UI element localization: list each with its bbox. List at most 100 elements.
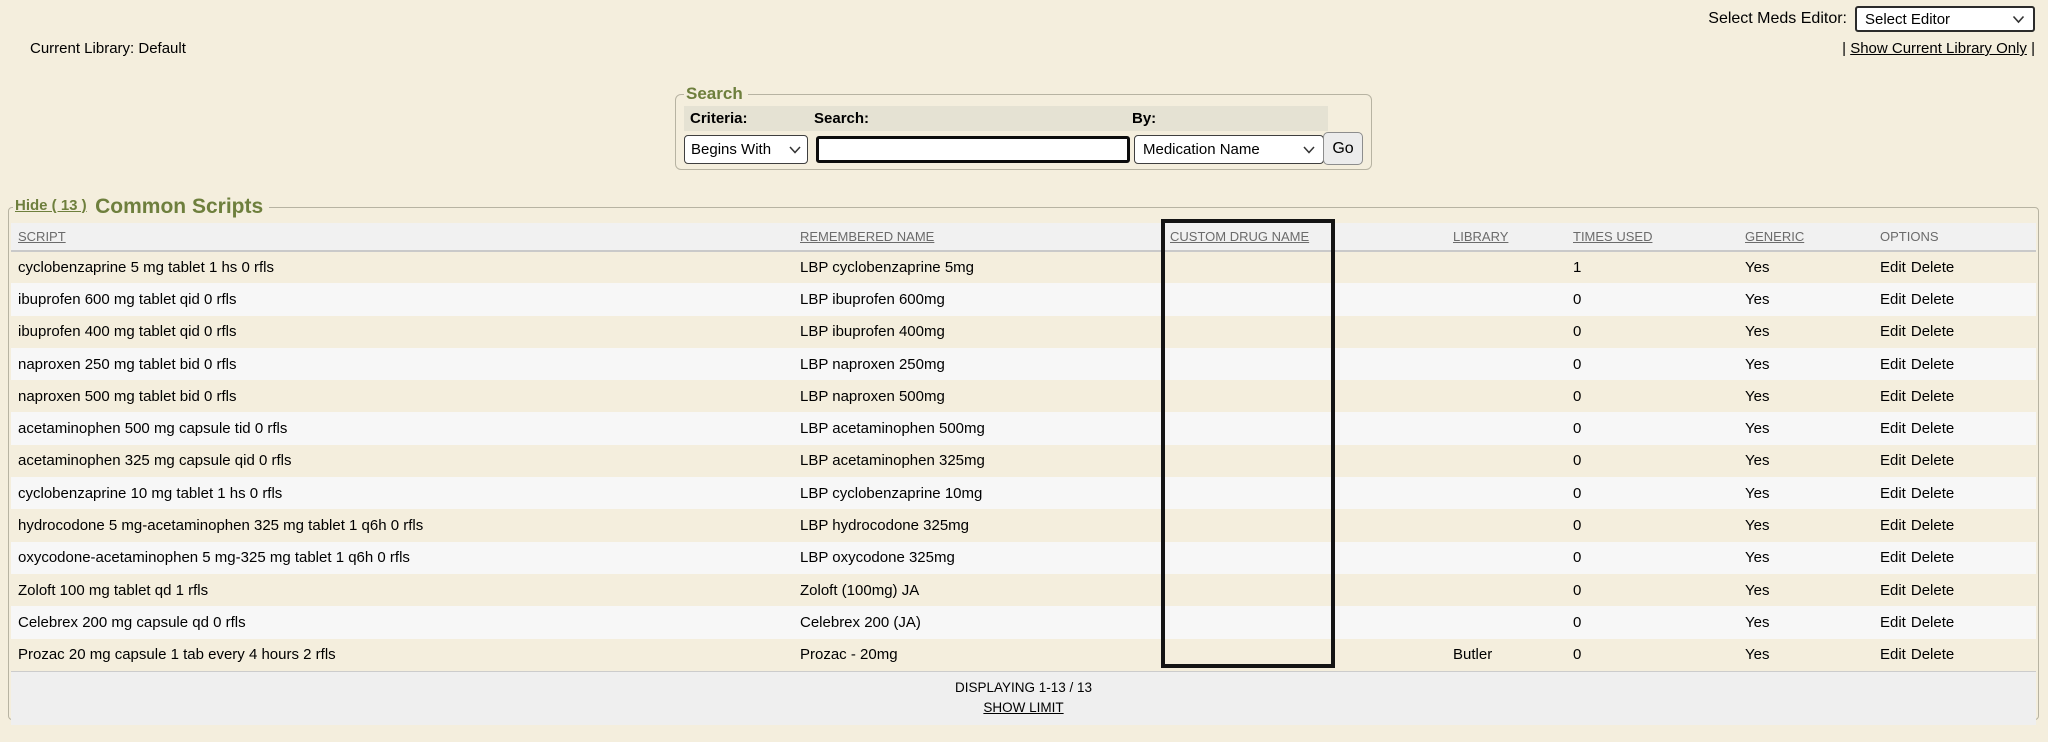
cell-generic: Yes xyxy=(1738,316,1873,348)
edit-link[interactable]: Edit xyxy=(1880,646,1906,663)
chevron-down-icon xyxy=(1303,146,1315,154)
table-row: Celebrex 200 mg capsule qd 0 rfls Celebr… xyxy=(11,606,2036,638)
cell-library xyxy=(1446,380,1566,412)
cell-generic: Yes xyxy=(1738,477,1873,509)
cell-custom-drug-name xyxy=(1163,574,1446,606)
col-header-generic[interactable]: GENERIC xyxy=(1745,229,1804,244)
cell-remembered-name: LBP naproxen 500mg xyxy=(793,380,1163,412)
cell-library xyxy=(1446,316,1566,348)
go-button[interactable]: Go xyxy=(1323,132,1363,165)
table-row: naproxen 500 mg tablet bid 0 rfls LBP na… xyxy=(11,380,2036,412)
cell-script: ibuprofen 600 mg tablet qid 0 rfls xyxy=(11,283,793,315)
delete-link[interactable]: Delete xyxy=(1911,388,1954,405)
cell-library: Butler xyxy=(1446,639,1566,671)
delete-link[interactable]: Delete xyxy=(1911,323,1954,340)
cell-script: naproxen 500 mg tablet bid 0 rfls xyxy=(11,380,793,412)
cell-generic: Yes xyxy=(1738,509,1873,541)
cell-custom-drug-name xyxy=(1163,251,1446,283)
criteria-select[interactable]: Begins With xyxy=(684,135,808,164)
cell-script: Zoloft 100 mg tablet qd 1 rfls xyxy=(11,574,793,606)
cell-options: Edit Delete xyxy=(1873,639,2036,671)
delete-link[interactable]: Delete xyxy=(1911,646,1954,663)
cell-options: Edit Delete xyxy=(1873,445,2036,477)
edit-link[interactable]: Edit xyxy=(1880,356,1906,373)
edit-link[interactable]: Edit xyxy=(1880,614,1906,631)
table-row: cyclobenzaprine 5 mg tablet 1 hs 0 rfls … xyxy=(11,251,2036,283)
cell-custom-drug-name xyxy=(1163,477,1446,509)
cell-remembered-name: Prozac - 20mg xyxy=(793,639,1163,671)
col-header-options: OPTIONS xyxy=(1880,229,1939,244)
delete-link[interactable]: Delete xyxy=(1911,452,1954,469)
cell-remembered-name: Zoloft (100mg) JA xyxy=(793,574,1163,606)
delete-link[interactable]: Delete xyxy=(1911,420,1954,437)
edit-link[interactable]: Edit xyxy=(1880,420,1906,437)
cell-remembered-name: LBP hydrocodone 325mg xyxy=(793,509,1163,541)
cell-script: hydrocodone 5 mg-acetaminophen 325 mg ta… xyxy=(11,509,793,541)
cell-custom-drug-name xyxy=(1163,316,1446,348)
cell-times-used: 0 xyxy=(1566,283,1738,315)
search-label: Search: xyxy=(814,110,1132,127)
cell-library xyxy=(1446,251,1566,283)
edit-link[interactable]: Edit xyxy=(1880,259,1906,276)
cell-generic: Yes xyxy=(1738,542,1873,574)
cell-times-used: 0 xyxy=(1566,542,1738,574)
delete-link[interactable]: Delete xyxy=(1911,356,1954,373)
edit-link[interactable]: Edit xyxy=(1880,582,1906,599)
by-select[interactable]: Medication Name xyxy=(1134,135,1324,164)
col-header-custom-drug-name[interactable]: CUSTOM DRUG NAME xyxy=(1170,229,1309,244)
cell-custom-drug-name xyxy=(1163,606,1446,638)
delete-link[interactable]: Delete xyxy=(1911,485,1954,502)
displaying-text: DISPLAYING 1-13 / 13 xyxy=(11,680,2036,695)
table-footer: DISPLAYING 1-13 / 13 SHOW LIMIT xyxy=(11,671,2036,725)
scripts-table-body: cyclobenzaprine 5 mg tablet 1 hs 0 rfls … xyxy=(11,251,2036,671)
table-row: acetaminophen 500 mg capsule tid 0 rfls … xyxy=(11,412,2036,444)
delete-link[interactable]: Delete xyxy=(1911,259,1954,276)
cell-custom-drug-name xyxy=(1163,412,1446,444)
col-header-times-used[interactable]: TIMES USED xyxy=(1573,229,1652,244)
cell-times-used: 0 xyxy=(1566,639,1738,671)
col-header-script[interactable]: SCRIPT xyxy=(18,229,66,244)
cell-options: Edit Delete xyxy=(1873,251,2036,283)
cell-times-used: 0 xyxy=(1566,348,1738,380)
edit-link[interactable]: Edit xyxy=(1880,549,1906,566)
edit-link[interactable]: Edit xyxy=(1880,291,1906,308)
cell-custom-drug-name xyxy=(1163,445,1446,477)
cell-generic: Yes xyxy=(1738,283,1873,315)
meds-editor-select[interactable]: Select Editor xyxy=(1855,6,2035,32)
edit-link[interactable]: Edit xyxy=(1880,323,1906,340)
cell-generic: Yes xyxy=(1738,574,1873,606)
col-header-remembered-name[interactable]: REMEMBERED NAME xyxy=(800,229,934,244)
cell-custom-drug-name xyxy=(1163,509,1446,541)
by-label: By: xyxy=(1132,110,1328,127)
edit-link[interactable]: Edit xyxy=(1880,388,1906,405)
table-row: hydrocodone 5 mg-acetaminophen 325 mg ta… xyxy=(11,509,2036,541)
cell-custom-drug-name xyxy=(1163,348,1446,380)
edit-link[interactable]: Edit xyxy=(1880,452,1906,469)
cell-options: Edit Delete xyxy=(1873,477,2036,509)
edit-link[interactable]: Edit xyxy=(1880,485,1906,502)
pipe-separator: | xyxy=(1842,40,1846,57)
table-row: oxycodone-acetaminophen 5 mg-325 mg tabl… xyxy=(11,542,2036,574)
search-input[interactable] xyxy=(816,136,1130,163)
edit-link[interactable]: Edit xyxy=(1880,517,1906,534)
delete-link[interactable]: Delete xyxy=(1911,517,1954,534)
delete-link[interactable]: Delete xyxy=(1911,549,1954,566)
cell-library xyxy=(1446,574,1566,606)
col-header-library[interactable]: LIBRARY xyxy=(1453,229,1508,244)
show-limit-link[interactable]: SHOW LIMIT xyxy=(983,700,1063,715)
table-row: Prozac 20 mg capsule 1 tab every 4 hours… xyxy=(11,639,2036,671)
table-row: ibuprofen 400 mg tablet qid 0 rfls LBP i… xyxy=(11,316,2036,348)
criteria-selected-value: Begins With xyxy=(691,141,771,158)
delete-link[interactable]: Delete xyxy=(1911,614,1954,631)
delete-link[interactable]: Delete xyxy=(1911,582,1954,599)
delete-link[interactable]: Delete xyxy=(1911,291,1954,308)
cell-library xyxy=(1446,542,1566,574)
cell-library xyxy=(1446,509,1566,541)
hide-link[interactable]: Hide ( 13 ) xyxy=(15,197,87,214)
cell-remembered-name: LBP acetaminophen 500mg xyxy=(793,412,1163,444)
cell-times-used: 0 xyxy=(1566,316,1738,348)
cell-remembered-name: LBP acetaminophen 325mg xyxy=(793,445,1163,477)
cell-times-used: 0 xyxy=(1566,412,1738,444)
current-library-label: Current Library: Default xyxy=(30,40,186,57)
show-current-library-only-link[interactable]: Show Current Library Only xyxy=(1850,40,2027,57)
